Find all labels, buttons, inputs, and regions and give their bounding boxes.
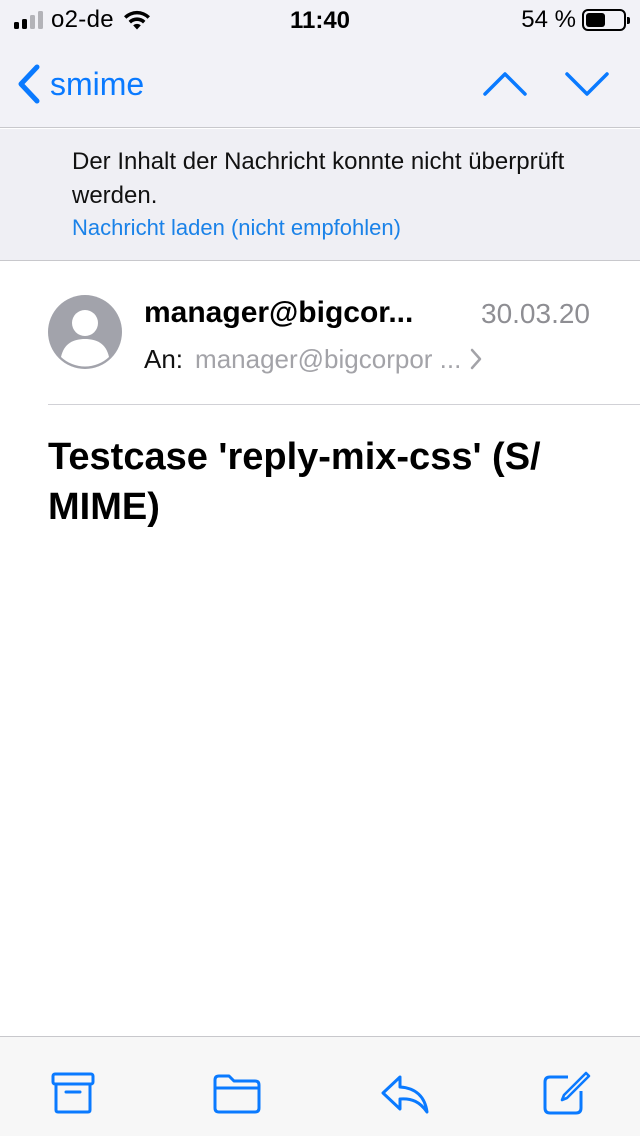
chevron-down-icon[interactable] (564, 66, 610, 100)
battery-percentage: 54 % (521, 6, 576, 33)
navigation-bar: smime (0, 40, 640, 128)
back-button-label: smime (50, 65, 145, 102)
bottom-toolbar (0, 1036, 640, 1136)
to-label: An: (144, 343, 184, 374)
archive-icon[interactable] (48, 1071, 98, 1115)
compose-icon[interactable] (542, 1071, 592, 1115)
folder-icon[interactable] (212, 1071, 262, 1115)
avatar (48, 295, 122, 369)
reply-icon[interactable] (380, 1071, 430, 1115)
message-subject: Testcase 'reply-mix-css' (S/ MIME) (48, 436, 541, 528)
warning-message: Der Inhalt der Nachricht konnte nicht üb… (72, 148, 565, 209)
mail-message-screen: o2-de 11:40 54 % smime Der Inhalt der Na… (0, 0, 640, 1136)
person-icon (61, 310, 109, 367)
chevron-right-icon (471, 348, 482, 370)
load-message-link[interactable]: Nachricht laden (nicht empfohlen) (72, 215, 401, 241)
recipients-row[interactable]: An: manager@bigcorpor ... (144, 342, 483, 376)
status-bar: o2-de 11:40 54 % (0, 0, 640, 40)
chevron-left-icon (18, 64, 40, 104)
message-date: 30.03.20 (481, 298, 590, 329)
sender-address[interactable]: manager@bigcor... (144, 296, 456, 330)
status-right: 54 % (521, 6, 630, 33)
battery-icon (582, 9, 630, 31)
battery-level-fill (586, 13, 605, 27)
recipient-address: manager@bigcorpor ... (195, 343, 462, 374)
verification-warning-banner: Der Inhalt der Nachricht konnte nicht üb… (0, 129, 640, 261)
chevron-up-icon[interactable] (482, 66, 528, 100)
header-divider (48, 404, 640, 405)
back-button[interactable]: smime (16, 62, 144, 106)
